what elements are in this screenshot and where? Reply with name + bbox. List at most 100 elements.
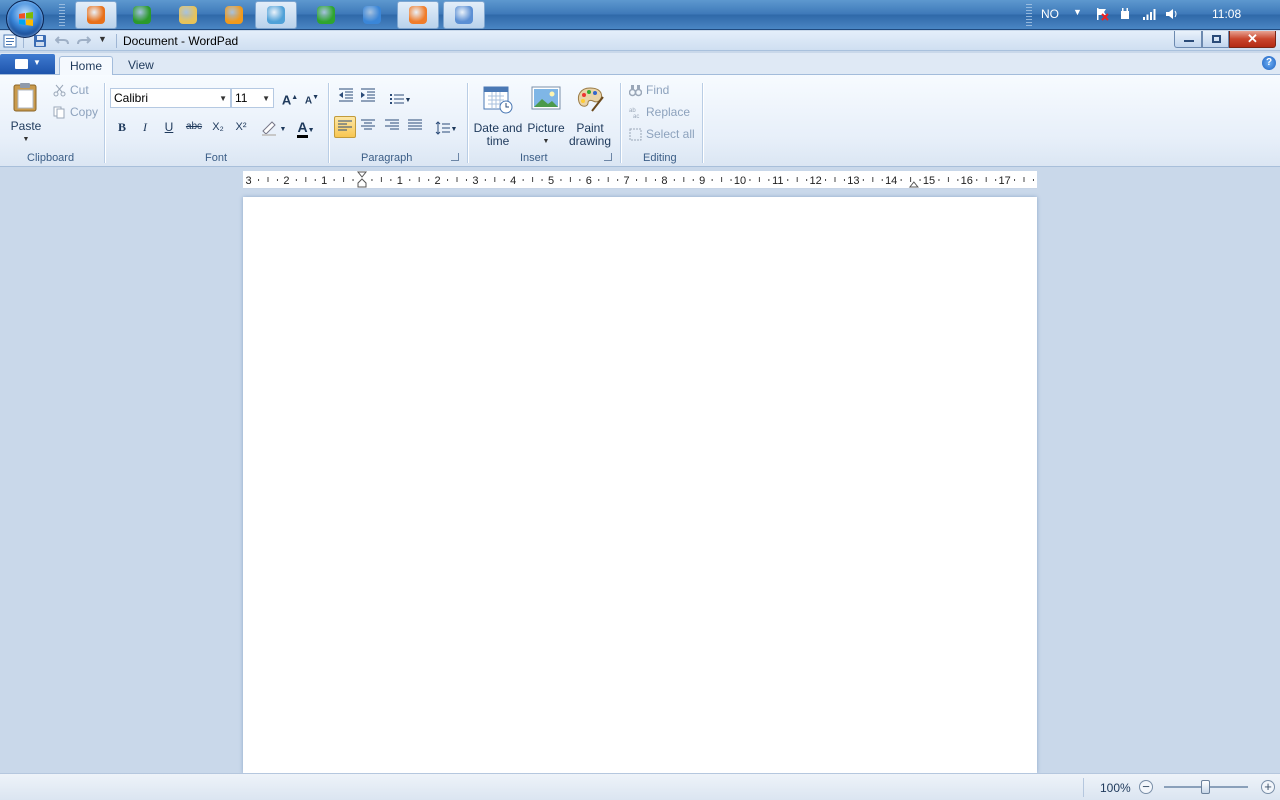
ruler[interactable]: 3 2 1 1 2 3 4 5 6 7 8 9 10 11 12 13 14 15 16 17 [243,171,1037,189]
application-menu-button[interactable]: ▼ [0,54,55,74]
align-right-button[interactable] [381,116,403,138]
taskbar-button-firefox[interactable] [75,1,117,29]
paragraph-dialog-launcher-icon[interactable] [451,153,459,161]
wordpad-app-icon[interactable] [3,34,17,48]
justify-button[interactable] [404,116,426,138]
subscript-button[interactable]: X₂ [207,116,229,138]
paint-drawing-button[interactable]: Paint drawing [566,83,614,148]
zoom-slider-thumb[interactable] [1201,780,1210,794]
save-icon[interactable] [33,34,47,48]
ruler-tick [503,179,505,181]
font-color-button[interactable]: A▼ [290,116,322,138]
font-family-select[interactable]: Calibri ▼ [110,88,231,108]
superscript-button[interactable]: X² [230,116,252,138]
close-button[interactable]: ✕ [1229,31,1276,48]
wordpad-icon [455,6,473,24]
paste-button[interactable]: Paste ▼ [8,81,44,146]
replace-button[interactable]: ab ac Replace [629,105,690,119]
align-center-button[interactable] [357,116,379,138]
ruler-tick [673,179,675,181]
cut-button[interactable]: Cut [53,83,89,97]
underline-button[interactable]: U [158,116,180,138]
media-player-icon [225,6,243,24]
taskbar-button-wireless[interactable] [305,1,347,29]
zoom-out-button[interactable]: − [1139,780,1153,794]
chevron-down-icon: ▼ [33,58,41,67]
ruler-tick [636,179,638,181]
start-button[interactable] [6,0,44,38]
separator [116,34,117,48]
ruler-tick [711,179,713,181]
ruler-tick [494,177,496,182]
ruler-label: 1 [321,175,327,187]
grow-font-button[interactable]: A▲ [279,87,301,109]
clock[interactable]: 11:08 [1212,7,1241,21]
ruler-tick [267,177,269,182]
taskbar-button-spotify[interactable] [121,1,163,29]
network-signal-icon[interactable] [1142,7,1156,21]
shrink-font-button[interactable]: A▼ [301,87,323,109]
ruler-tick [409,179,411,181]
chevron-down-icon[interactable]: ▼ [1073,7,1087,21]
align-right-icon [385,119,399,130]
increase-indent-button[interactable] [357,87,379,109]
align-left-button[interactable] [334,116,356,138]
font-group-label: Font [205,152,228,164]
undo-icon[interactable] [55,34,69,48]
help-button[interactable]: ? [1262,56,1276,70]
taskbar-button-media-player[interactable] [213,1,255,29]
bold-button[interactable]: B [111,116,133,138]
date-and-time-button[interactable]: Date and time [473,83,523,148]
text-highlight-button[interactable]: ▼ [256,116,290,138]
taskbar-button-xampp[interactable] [397,1,439,29]
tray-grip[interactable] [1026,4,1032,26]
date-and-time-label-2: time [486,134,510,148]
chevron-down-icon: ▼ [22,136,30,143]
ruler-tick [825,179,827,181]
close-icon: ✕ [1247,31,1258,46]
ruler-tick [1023,177,1025,182]
decrease-indent-button[interactable] [335,87,357,109]
font-color-label: A [297,119,308,138]
ruler-tick [985,177,987,182]
minimize-button[interactable] [1174,31,1202,48]
taskbar-button-explorer-folder[interactable] [167,1,209,29]
document-page[interactable] [243,197,1037,773]
zoom-in-button[interactable]: + [1261,780,1275,794]
line-spacing-button[interactable]: ▼ [430,116,462,138]
sync-icon [363,6,381,24]
ruler-tick [796,177,798,182]
copy-icon [53,106,65,118]
volume-icon[interactable] [1165,7,1179,21]
ruler-tick [371,179,373,181]
taskbar-button-sync[interactable] [351,1,393,29]
action-center-flag-icon[interactable] [1095,7,1109,21]
insert-dialog-launcher-icon[interactable] [604,153,612,161]
taskbar-button-contacts[interactable] [255,1,297,29]
picture-button[interactable]: Picture ▼ [526,83,566,148]
select-all-button[interactable]: Select all [629,127,695,141]
zoom-level[interactable]: 100% [1100,781,1131,795]
ruler-label: 4 [510,175,516,187]
strikethrough-button[interactable]: abc [182,116,206,138]
restore-button[interactable] [1202,31,1229,48]
taskbar-button-wordpad[interactable] [443,1,485,29]
ruler-label: 3 [472,175,478,187]
taskbar-grip[interactable] [59,4,65,26]
chevron-down-icon: ▼ [450,126,458,133]
find-button[interactable]: Find [629,83,669,97]
language-indicator[interactable]: NO [1041,7,1059,21]
power-plug-icon[interactable] [1118,7,1132,21]
tab-home[interactable]: Home [59,56,114,76]
copy-button[interactable]: Copy [53,105,98,119]
font-size-select[interactable]: 11 ▼ [231,88,274,108]
replace-label: Replace [646,105,691,119]
bullet-list-button[interactable]: ▼ [383,87,417,109]
italic-button[interactable]: I [134,116,156,138]
customize-quick-access-icon[interactable]: ▼ [98,34,112,48]
ribbon-home: Paste ▼ Cut Copy Clipboard Calibri ▼ 11 … [0,75,1280,167]
tab-view[interactable]: View [118,56,164,76]
ruler-tick [314,179,316,181]
decrease-indent-icon [339,88,353,102]
redo-icon[interactable] [77,34,91,48]
